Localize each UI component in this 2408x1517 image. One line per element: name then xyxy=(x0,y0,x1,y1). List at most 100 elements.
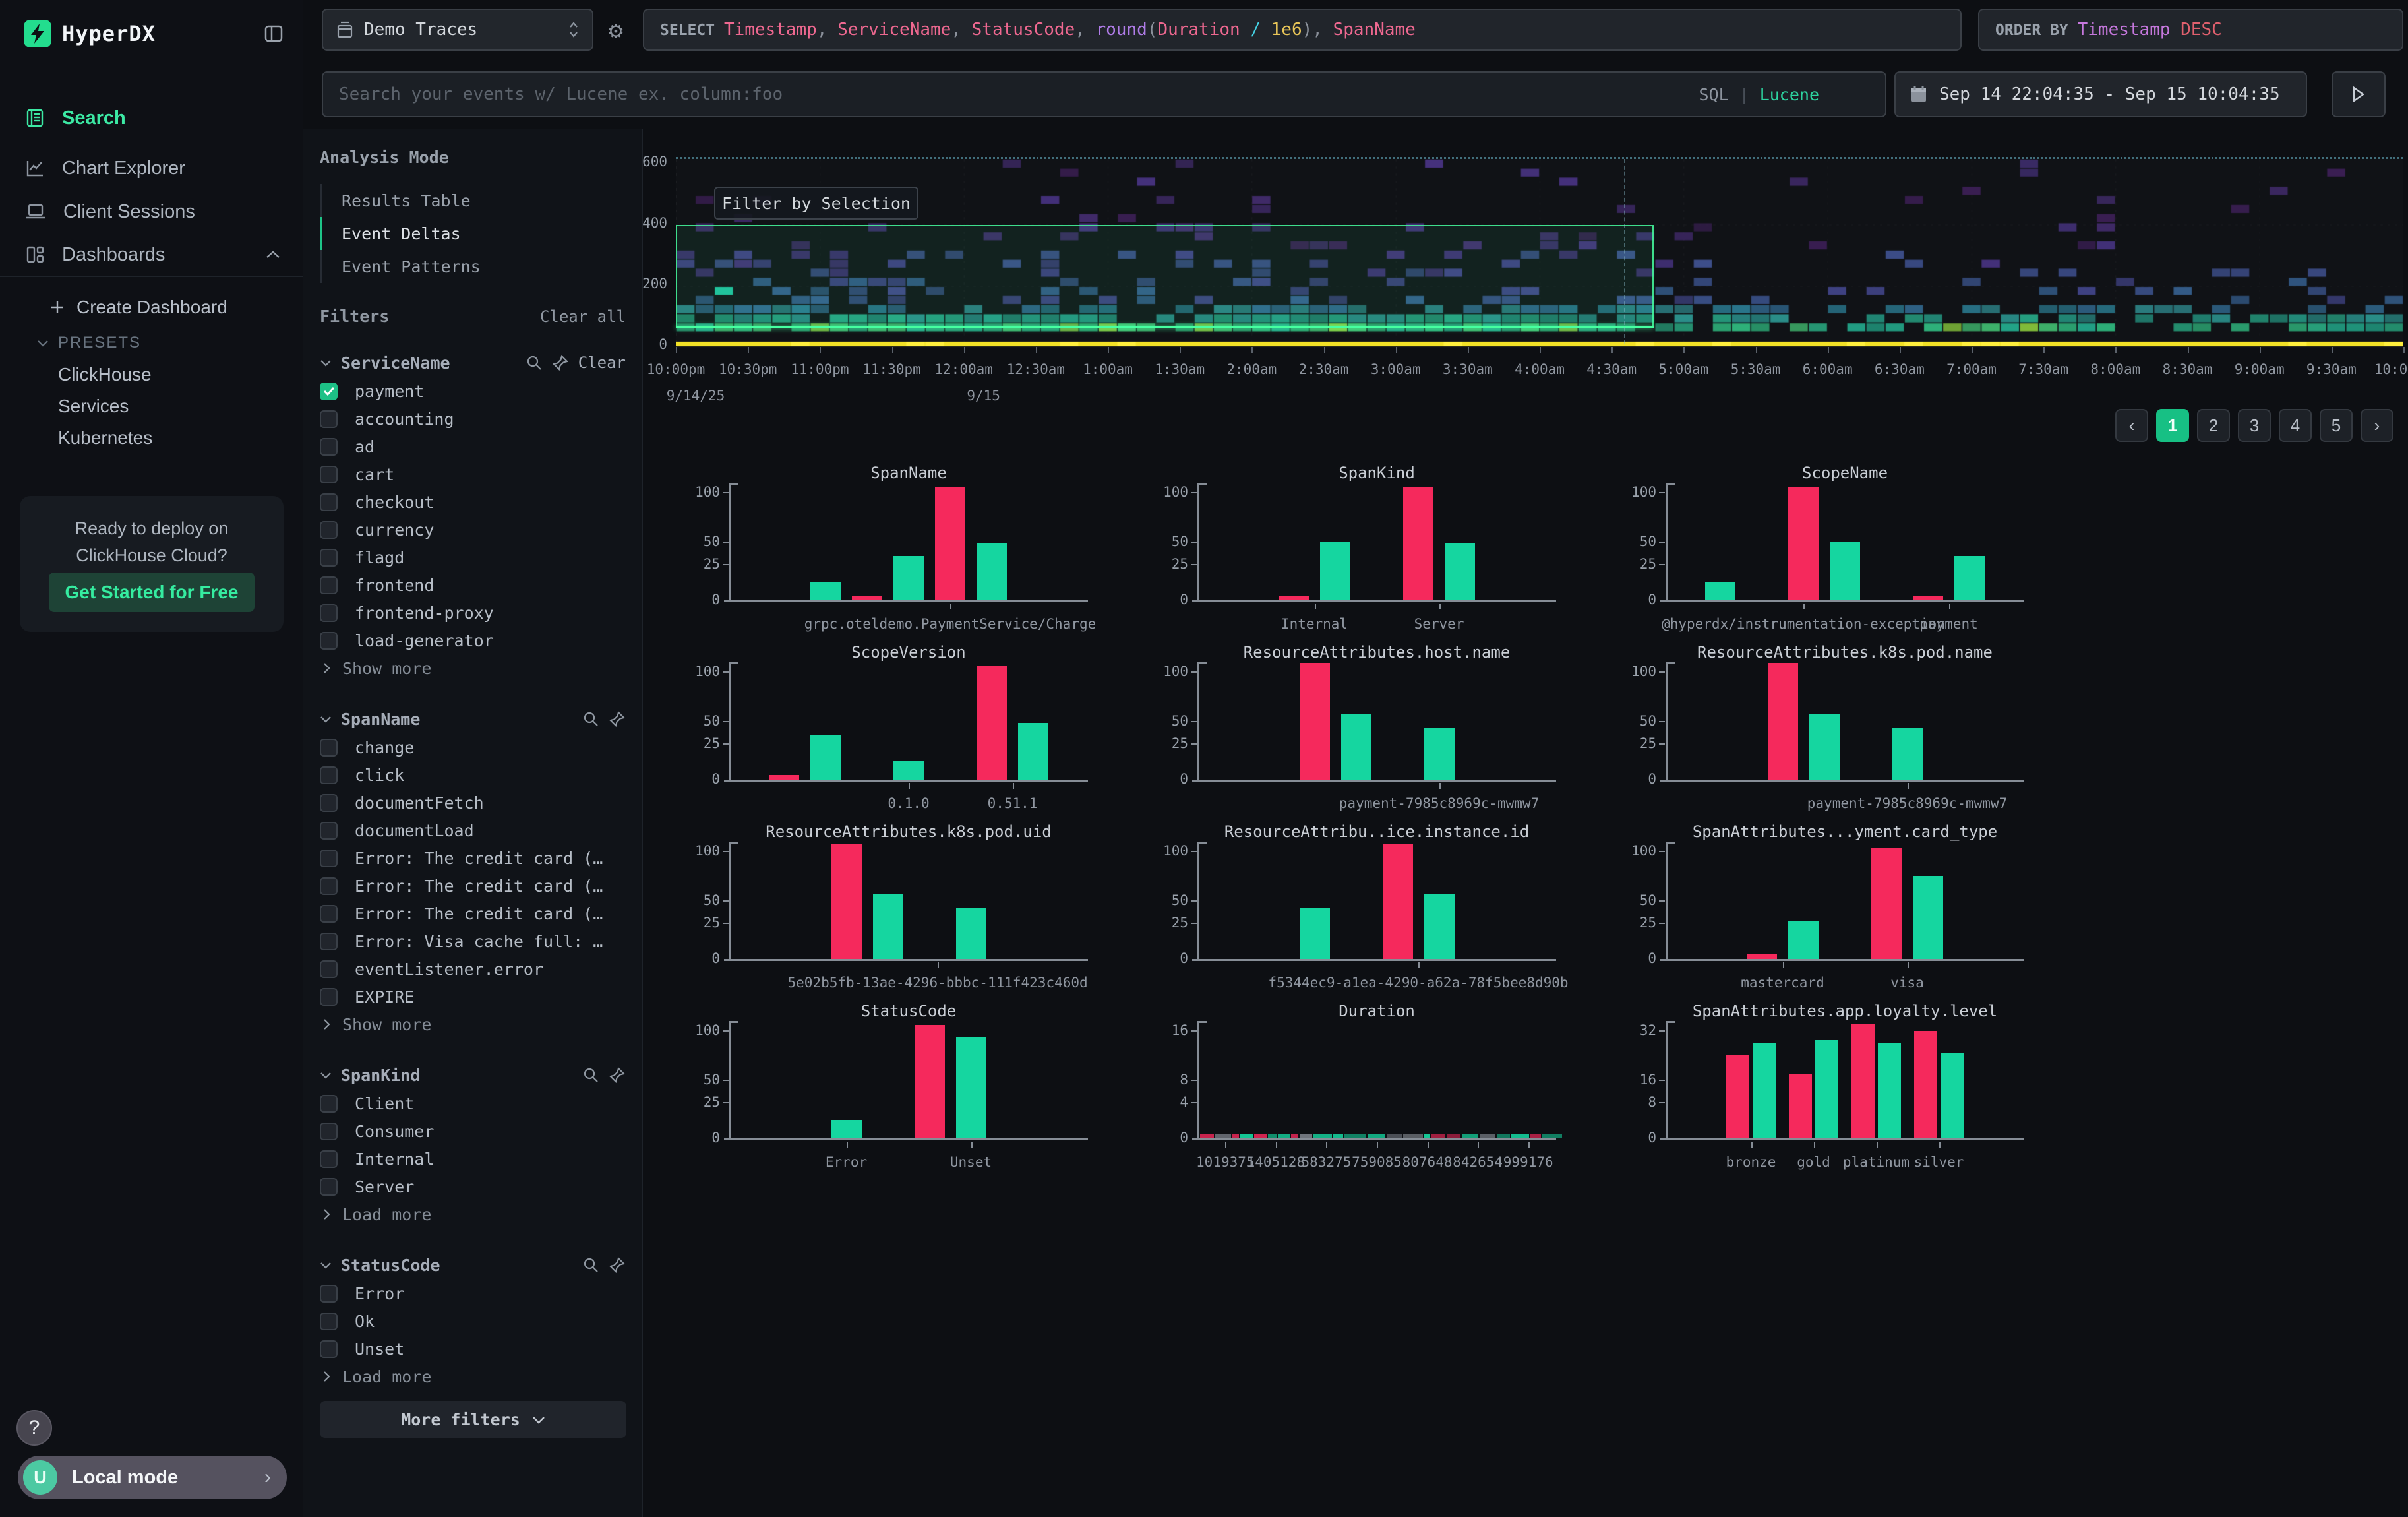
filter-option-Error: The credit card (…[interactable]: Error: The credit card (… xyxy=(320,844,626,872)
checkbox[interactable] xyxy=(320,850,338,867)
filter-group-header-StatusCode[interactable]: StatusCode xyxy=(320,1251,626,1280)
checkbox[interactable] xyxy=(320,766,338,784)
bar-green[interactable] xyxy=(1424,894,1455,959)
search-input[interactable] xyxy=(339,84,1699,104)
checkbox[interactable] xyxy=(320,1095,338,1113)
select-query-input[interactable]: SELECT Timestamp, ServiceName, StatusCod… xyxy=(643,9,1962,51)
filter-group-header-SpanKind[interactable]: SpanKind xyxy=(320,1061,626,1090)
filter-option-Client[interactable]: Client xyxy=(320,1090,626,1117)
filter-option-eventListener.error[interactable]: eventListener.error xyxy=(320,955,626,983)
events-heatmap[interactable]: Filter by Selection xyxy=(676,157,2403,346)
filter-group-header-SpanName[interactable]: SpanName xyxy=(320,704,626,733)
bar-green[interactable] xyxy=(977,543,1007,600)
filter-option-cart[interactable]: cart xyxy=(320,460,626,488)
sidebar-item-search[interactable]: Search xyxy=(0,100,303,137)
bar-green[interactable] xyxy=(1892,728,1923,780)
bar-red[interactable] xyxy=(1914,1031,1937,1138)
bar-green[interactable] xyxy=(810,735,841,780)
mode-event-deltas[interactable]: Event Deltas xyxy=(320,217,626,250)
checkbox[interactable] xyxy=(320,822,338,840)
sidebar-item-dashboards[interactable]: Dashboards xyxy=(0,233,303,276)
bar-red[interactable] xyxy=(769,775,799,780)
more-filters-button[interactable]: More filters xyxy=(320,1401,626,1438)
presets-toggle[interactable]: PRESETS xyxy=(0,326,303,360)
run-query-button[interactable] xyxy=(2332,71,2386,117)
filter-option-frontend[interactable]: frontend xyxy=(320,571,626,599)
checkbox[interactable] xyxy=(320,383,338,400)
checkbox[interactable] xyxy=(320,960,338,978)
bar-green[interactable] xyxy=(1705,582,1735,600)
filter-option-ad[interactable]: ad xyxy=(320,433,626,460)
bar-green[interactable] xyxy=(831,1120,862,1138)
page-button-1[interactable]: 1 xyxy=(2156,409,2189,442)
sidebar-collapse-icon[interactable] xyxy=(263,23,284,44)
gear-icon[interactable]: ⚙ xyxy=(601,16,630,45)
filter-option-EXPIRE[interactable]: EXPIRE xyxy=(320,983,626,1010)
search-icon[interactable] xyxy=(582,710,599,728)
pin-icon[interactable] xyxy=(609,1256,626,1274)
filter-option-accounting[interactable]: accounting xyxy=(320,405,626,433)
sidebar-item-chart-explorer[interactable]: Chart Explorer xyxy=(0,146,303,190)
page-button-3[interactable]: 3 xyxy=(2238,409,2271,442)
filter-option-change[interactable]: change xyxy=(320,733,626,761)
search-icon[interactable] xyxy=(582,1256,599,1274)
orderby-input[interactable]: ORDER BY Timestamp DESC xyxy=(1978,9,2403,51)
filter-option-Ok[interactable]: Ok xyxy=(320,1307,626,1335)
help-button[interactable]: ? xyxy=(16,1410,52,1446)
source-select[interactable]: Demo Traces xyxy=(322,9,593,51)
checkbox[interactable] xyxy=(320,1150,338,1168)
checkbox[interactable] xyxy=(320,1123,338,1140)
filter-option-click[interactable]: click xyxy=(320,761,626,789)
filter-option-documentLoad[interactable]: documentLoad xyxy=(320,817,626,844)
bar-green[interactable] xyxy=(810,582,841,600)
checkbox[interactable] xyxy=(320,632,338,650)
lucene-toggle[interactable]: Lucene xyxy=(1760,85,1819,104)
filter-option-flagd[interactable]: flagd xyxy=(320,543,626,571)
checkbox[interactable] xyxy=(320,521,338,539)
filter-by-selection-button[interactable]: Filter by Selection xyxy=(714,187,918,220)
bar-green[interactable] xyxy=(1815,1040,1838,1138)
bar-green[interactable] xyxy=(873,894,903,959)
bar-green[interactable] xyxy=(1788,921,1819,959)
bar-green[interactable] xyxy=(1941,1053,1964,1138)
filter-option-load-generator[interactable]: load-generator xyxy=(320,627,626,654)
checkbox[interactable] xyxy=(320,877,338,895)
filter-group-header-ServiceName[interactable]: ServiceNameClear xyxy=(320,348,626,377)
page-button-5[interactable]: 5 xyxy=(2320,409,2353,442)
bar-red[interactable] xyxy=(1279,596,1309,600)
filter-option-Error: Visa cache full: …[interactable]: Error: Visa cache full: … xyxy=(320,927,626,955)
bar-green[interactable] xyxy=(1830,542,1860,600)
bar-red[interactable] xyxy=(1871,848,1902,959)
filter-option-Error: The credit card (…[interactable]: Error: The credit card (… xyxy=(320,872,626,900)
mode-results-table[interactable]: Results Table xyxy=(320,184,626,217)
filter-group-more-StatusCode[interactable]: Load more xyxy=(320,1363,626,1390)
bar-red[interactable] xyxy=(1747,954,1777,959)
checkbox[interactable] xyxy=(320,1285,338,1303)
checkbox[interactable] xyxy=(320,438,338,456)
page-button-2[interactable]: 2 xyxy=(2197,409,2230,442)
bar-red[interactable] xyxy=(935,487,965,600)
query-language-toggle[interactable]: SQL | Lucene xyxy=(1699,85,1819,104)
mode-event-patterns[interactable]: Event Patterns xyxy=(320,250,626,283)
bar-red[interactable] xyxy=(831,844,862,959)
filter-option-frontend-proxy[interactable]: frontend-proxy xyxy=(320,599,626,627)
filter-option-Consumer[interactable]: Consumer xyxy=(320,1117,626,1145)
bar-red[interactable] xyxy=(1383,844,1413,959)
bar-green[interactable] xyxy=(956,1037,986,1138)
filter-option-currency[interactable]: currency xyxy=(320,516,626,543)
checkbox[interactable] xyxy=(320,410,338,428)
filter-group-more-SpanKind[interactable]: Load more xyxy=(320,1200,626,1228)
filter-option-Internal[interactable]: Internal xyxy=(320,1145,626,1173)
bar-red[interactable] xyxy=(1851,1024,1875,1138)
bar-green[interactable] xyxy=(1424,728,1455,780)
bar-red[interactable] xyxy=(1789,1074,1812,1138)
bar-red[interactable] xyxy=(977,666,1007,780)
pin-icon[interactable] xyxy=(609,710,626,728)
filter-group-more-SpanName[interactable]: Show more xyxy=(320,1010,626,1038)
page-next-button[interactable]: › xyxy=(2361,409,2393,442)
checkbox[interactable] xyxy=(320,576,338,594)
bar-green[interactable] xyxy=(893,556,924,600)
pin-icon[interactable] xyxy=(552,354,569,371)
checkbox[interactable] xyxy=(320,1178,338,1196)
filter-option-checkout[interactable]: checkout xyxy=(320,488,626,516)
